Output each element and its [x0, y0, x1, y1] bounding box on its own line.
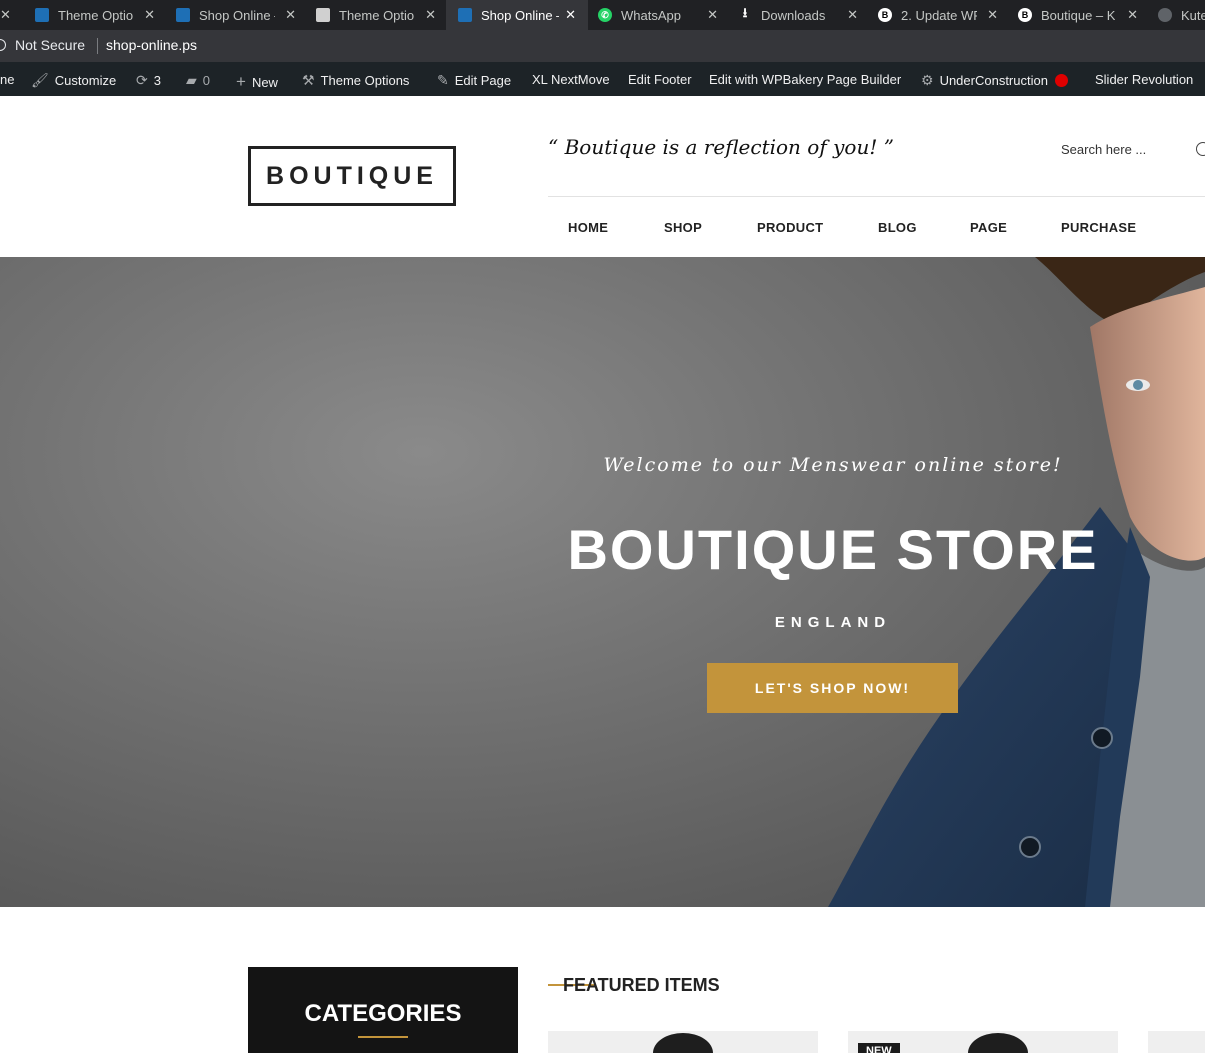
hero-model-image	[828, 257, 1205, 907]
shop-now-button[interactable]: LET'S SHOP NOW!	[707, 663, 958, 713]
admin-under-construction[interactable]: ⚙ UnderConstruction	[921, 72, 1068, 89]
search-input[interactable]: Search here ...	[1061, 142, 1146, 157]
tab-label: Shop Online – Boutique	[481, 7, 559, 23]
admin-edit-page[interactable]: ✎ Edit Page	[437, 72, 511, 89]
url-field[interactable]: shop-online.ps	[106, 37, 197, 53]
close-tab-icon[interactable]: ✕	[144, 7, 155, 23]
admin-slider-revolution[interactable]: Slider Revolution	[1095, 72, 1193, 87]
plus-icon: +	[236, 72, 246, 91]
admin-comments[interactable]: ▰ 0	[186, 72, 210, 89]
brush-icon: 🖌	[31, 72, 49, 88]
hammer-icon: ⚒	[302, 72, 315, 88]
tab-boutique-kute[interactable]: B Boutique – Kute ✕	[1018, 0, 1138, 30]
admin-customize-label: Customize	[54, 73, 117, 88]
search-icon[interactable]	[1196, 142, 1205, 156]
tab-label: Theme Options	[58, 7, 134, 23]
product-image[interactable]	[968, 1033, 1028, 1053]
globe-icon	[1158, 8, 1172, 22]
b-favicon-icon: B	[1018, 8, 1032, 22]
admin-edit-footer[interactable]: Edit Footer	[628, 72, 692, 87]
comment-icon: ▰	[186, 72, 197, 88]
admin-xl-nextmove[interactable]: XL NextMove	[532, 72, 610, 87]
categories-panel: CATEGORIES	[248, 967, 518, 1053]
close-tab-icon[interactable]: ✕	[425, 7, 436, 23]
divider	[97, 38, 98, 54]
hero-title: BOUTIQUE STORE	[567, 518, 1099, 581]
admin-site-name[interactable]: ne	[0, 72, 14, 87]
info-icon[interactable]	[0, 39, 6, 51]
wp-admin-bar: ne 🖌 Customize ⟳ 3 ▰ 0 + New ⚒ Theme Opt…	[0, 62, 1205, 96]
tab-label: Downloads	[761, 7, 826, 23]
new-badge: NEW	[858, 1043, 900, 1053]
close-tab-icon[interactable]: ✕	[0, 7, 11, 23]
site-logo[interactable]: BOUTIQUE	[248, 146, 456, 206]
comments-count: 0	[202, 73, 211, 88]
header-divider	[548, 196, 1205, 197]
tab-theme-options-3[interactable]: Theme Options ✕	[316, 0, 436, 30]
admin-theme-options-label: Theme Options	[320, 73, 410, 88]
admin-updates[interactable]: ⟳ 3	[136, 72, 161, 89]
close-tab-icon[interactable]: ✕	[285, 7, 296, 23]
tab-shop-online-1[interactable]: Shop Online – Boutique ✕	[176, 0, 296, 30]
categories-title: CATEGORIES	[304, 1000, 462, 1027]
product-card[interactable]	[1148, 1031, 1205, 1053]
refresh-icon: ⟳	[136, 72, 148, 88]
browser-tab-bar: ✕ Theme Options ✕ Shop Online – Boutique…	[0, 0, 1205, 30]
product-card[interactable]	[548, 1031, 818, 1053]
nav-page[interactable]: PAGE	[970, 220, 1007, 235]
tab-label: Theme Options	[339, 7, 415, 23]
tab-kute[interactable]: Kute	[1158, 0, 1205, 30]
admin-edit-wpbakery[interactable]: Edit with WPBakery Page Builder	[709, 72, 901, 87]
hero-location: ENGLAND	[774, 614, 892, 631]
hero-subtitle: Welcome to our Menswear online store!	[603, 454, 1063, 476]
product-card[interactable]: NEW	[848, 1031, 1118, 1053]
site-favicon-icon	[458, 8, 472, 22]
nav-shop[interactable]: SHOP	[664, 220, 702, 235]
site-tagline: “ Boutique is a reflection of you! ”	[548, 135, 894, 159]
b-favicon-icon: B	[878, 8, 892, 22]
tab-theme-options-2[interactable]: Theme Options ✕	[35, 0, 155, 30]
gear-icon: ⚙	[921, 72, 934, 88]
tab-downloads[interactable]: ⭳ Downloads ✕	[738, 0, 858, 30]
pencil-icon: ✎	[437, 72, 449, 88]
close-tab-icon[interactable]: ✕	[847, 7, 858, 23]
admin-theme-options[interactable]: ⚒ Theme Options	[302, 72, 409, 89]
tab-update-wp[interactable]: B 2. Update WP ✕	[878, 0, 998, 30]
download-icon: ⭳	[742, 5, 748, 20]
hero-slider: Welcome to our Menswear online store! BO…	[0, 257, 1205, 907]
admin-new-label: New	[251, 74, 278, 90]
close-tab-icon[interactable]: ✕	[565, 7, 576, 23]
close-tab-icon[interactable]: ✕	[1127, 7, 1138, 23]
site-favicon-icon	[176, 8, 190, 22]
admin-customize[interactable]: 🖌 Customize	[31, 72, 116, 89]
tab-label: Shop Online – Boutique	[199, 7, 275, 23]
tab-whatsapp[interactable]: ✆ WhatsApp ✕	[598, 0, 718, 30]
tab-label: Boutique – Kute	[1041, 7, 1115, 23]
nav-blog[interactable]: BLOG	[878, 220, 917, 235]
status-dot-icon	[1054, 74, 1068, 87]
tab-shop-online-active[interactable]: Shop Online – Boutique ✕	[446, 0, 588, 30]
tab-label: 2. Update WP	[901, 7, 977, 23]
product-image[interactable]	[653, 1033, 713, 1053]
site-favicon-icon	[35, 8, 49, 22]
nav-product[interactable]: PRODUCT	[757, 220, 823, 235]
admin-under-construction-label: UnderConstruction	[939, 73, 1048, 88]
tab-label: WhatsApp	[621, 7, 681, 23]
address-bar[interactable]: Not Secure shop-online.ps	[0, 30, 1205, 62]
close-tab-icon[interactable]: ✕	[987, 7, 998, 23]
categories-underline	[358, 1036, 408, 1038]
tab-label: Kute	[1181, 7, 1205, 23]
close-tab-icon[interactable]: ✕	[707, 7, 718, 23]
security-label[interactable]: Not Secure	[15, 37, 85, 53]
admin-edit-page-label: Edit Page	[454, 73, 512, 88]
admin-new[interactable]: + New	[236, 72, 278, 92]
nav-home[interactable]: HOME	[568, 220, 608, 235]
featured-items-title: FEATURED ITEMS	[563, 975, 720, 995]
nav-purchase[interactable]: PURCHASE	[1061, 220, 1136, 235]
whatsapp-icon: ✆	[598, 8, 612, 22]
page-favicon-icon	[316, 8, 330, 22]
updates-count: 3	[153, 73, 161, 88]
